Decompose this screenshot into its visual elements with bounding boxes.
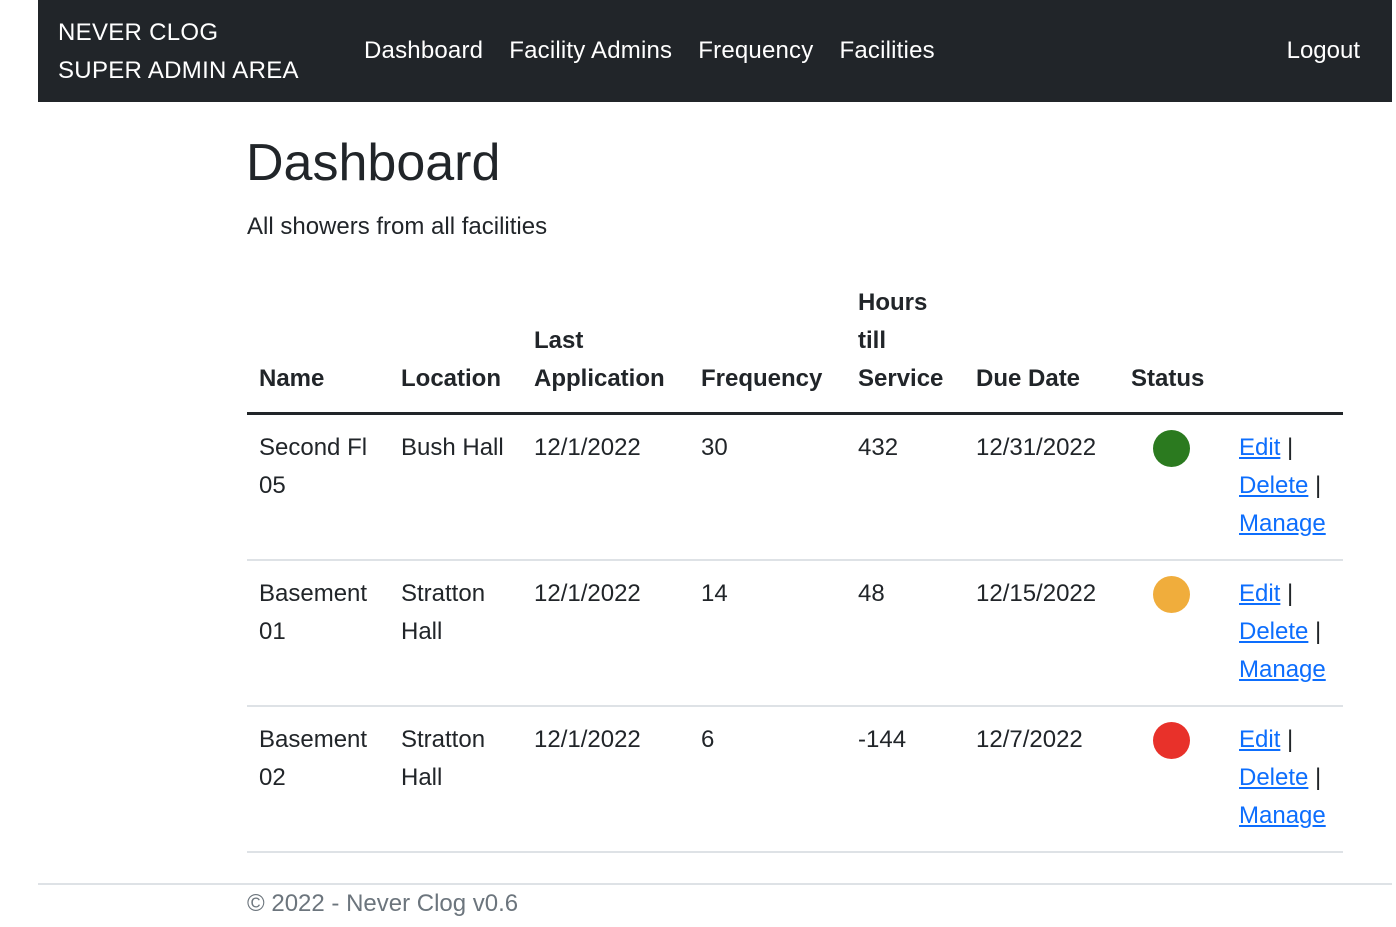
table-row: Basement 01 Stratton Hall 12/1/2022 14 4… bbox=[247, 560, 1343, 707]
page-title: Dashboard bbox=[246, 134, 501, 192]
nav-link-facility-admins[interactable]: Facility Admins bbox=[509, 37, 672, 65]
separator: | bbox=[1287, 434, 1294, 461]
cell-last-application: 12/1/2022 bbox=[522, 560, 689, 707]
cell-actions: Edit | Delete | Manage bbox=[1227, 560, 1343, 707]
header-hours-till-service: Hours till Service bbox=[846, 284, 964, 415]
nav-link-dashboard[interactable]: Dashboard bbox=[364, 37, 483, 65]
edit-link[interactable]: Edit bbox=[1239, 580, 1280, 607]
cell-hours-till-service: 432 bbox=[846, 413, 964, 561]
brand-subtitle: SUPER ADMIN AREA bbox=[58, 57, 299, 84]
status-indicator-dot bbox=[1153, 576, 1190, 613]
brand[interactable]: NEVER CLOG SUPER ADMIN AREA bbox=[58, 14, 299, 90]
header-actions bbox=[1227, 284, 1343, 415]
logout-link[interactable]: Logout bbox=[1287, 0, 1360, 102]
cell-name: Second Fl 05 bbox=[247, 413, 389, 561]
cell-location: Stratton Hall bbox=[389, 706, 522, 853]
manage-link[interactable]: Manage bbox=[1239, 656, 1326, 683]
separator: | bbox=[1315, 618, 1322, 645]
status-indicator-dot bbox=[1153, 722, 1190, 759]
cell-name: Basement 02 bbox=[247, 706, 389, 853]
header-location: Location bbox=[389, 284, 522, 415]
nav-link-frequency[interactable]: Frequency bbox=[698, 37, 813, 65]
cell-last-application: 12/1/2022 bbox=[522, 706, 689, 853]
header-due-date: Due Date bbox=[964, 284, 1119, 415]
cell-due-date: 12/31/2022 bbox=[964, 413, 1119, 561]
header-status: Status bbox=[1119, 284, 1227, 415]
cell-hours-till-service: -144 bbox=[846, 706, 964, 853]
separator: | bbox=[1315, 472, 1322, 499]
table-header-row: Name Location Last Application Frequency… bbox=[247, 284, 1343, 415]
nav-link-facilities[interactable]: Facilities bbox=[839, 37, 934, 65]
cell-actions: Edit | Delete | Manage bbox=[1227, 413, 1343, 561]
cell-frequency: 6 bbox=[689, 706, 846, 853]
header-last-application: Last Application bbox=[522, 284, 689, 415]
cell-frequency: 14 bbox=[689, 560, 846, 707]
showers-table: Name Location Last Application Frequency… bbox=[247, 284, 1343, 853]
cell-actions: Edit | Delete | Manage bbox=[1227, 706, 1343, 853]
cell-status bbox=[1119, 413, 1227, 561]
separator: | bbox=[1287, 726, 1294, 753]
nav-links: Dashboard Facility Admins Frequency Faci… bbox=[364, 0, 961, 102]
cell-status bbox=[1119, 706, 1227, 853]
edit-link[interactable]: Edit bbox=[1239, 434, 1280, 461]
table-row: Second Fl 05 Bush Hall 12/1/2022 30 432 … bbox=[247, 413, 1343, 561]
header-frequency: Frequency bbox=[689, 284, 846, 415]
brand-title: NEVER CLOG bbox=[58, 19, 219, 46]
cell-due-date: 12/15/2022 bbox=[964, 560, 1119, 707]
separator: | bbox=[1315, 764, 1322, 791]
cell-status bbox=[1119, 560, 1227, 707]
separator: | bbox=[1287, 580, 1294, 607]
cell-name: Basement 01 bbox=[247, 560, 389, 707]
manage-link[interactable]: Manage bbox=[1239, 802, 1326, 829]
cell-location: Bush Hall bbox=[389, 413, 522, 561]
delete-link[interactable]: Delete bbox=[1239, 618, 1308, 645]
delete-link[interactable]: Delete bbox=[1239, 764, 1308, 791]
cell-due-date: 12/7/2022 bbox=[964, 706, 1119, 853]
cell-last-application: 12/1/2022 bbox=[522, 413, 689, 561]
manage-link[interactable]: Manage bbox=[1239, 510, 1326, 537]
header-name: Name bbox=[247, 284, 389, 415]
page-subtitle: All showers from all facilities bbox=[247, 213, 548, 240]
footer-divider bbox=[38, 883, 1392, 885]
edit-link[interactable]: Edit bbox=[1239, 726, 1280, 753]
footer-copyright: © 2022 - Never Clog v0.6 bbox=[247, 890, 519, 917]
cell-hours-till-service: 48 bbox=[846, 560, 964, 707]
status-indicator-dot bbox=[1153, 430, 1190, 467]
cell-location: Stratton Hall bbox=[389, 560, 522, 707]
top-navbar: NEVER CLOG SUPER ADMIN AREA Dashboard Fa… bbox=[38, 0, 1392, 102]
delete-link[interactable]: Delete bbox=[1239, 472, 1308, 499]
table-row: Basement 02 Stratton Hall 12/1/2022 6 -1… bbox=[247, 706, 1343, 853]
cell-frequency: 30 bbox=[689, 413, 846, 561]
